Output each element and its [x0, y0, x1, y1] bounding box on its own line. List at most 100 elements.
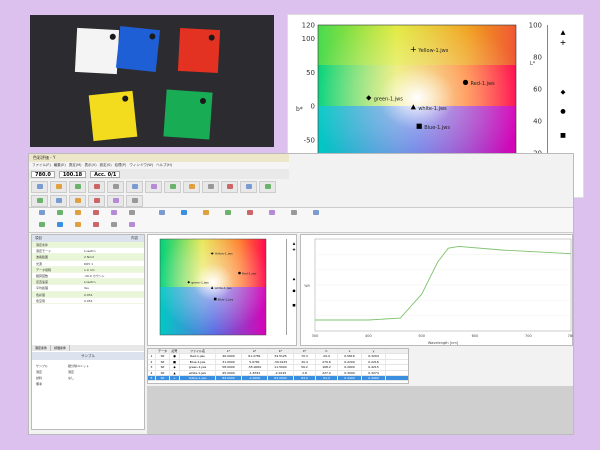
l-point-marker [560, 40, 566, 45]
table-cell: L* [216, 349, 242, 354]
ribbon-button[interactable] [219, 210, 237, 221]
toolbar-button[interactable] [50, 181, 67, 193]
ribbon-button[interactable] [51, 210, 69, 221]
spectrum-x-tick: 400 [365, 334, 372, 338]
sample-info: サンプル 積分球ユニット 測定 測定 試料 なし 備考 [36, 363, 140, 387]
table-cell: SP [156, 359, 170, 365]
table-row[interactable]: 5 SP + Yellow-1.jws 89.0000 -2.0000 84.0000 84.… [148, 375, 408, 382]
spectrum-x-tick: 600 [472, 334, 479, 338]
toolbar-button[interactable] [88, 181, 105, 193]
condition-key: データ間隔 [36, 267, 52, 272]
table-cell: 89.0000 [216, 375, 242, 381]
toolbar-button[interactable] [88, 195, 105, 207]
condition-value: 0.051 [84, 292, 93, 297]
toolbar-button[interactable] [31, 181, 48, 193]
conditions-tab[interactable]: 測定条件 [32, 345, 52, 351]
toolbar-button[interactable] [145, 181, 162, 193]
toolbar-button[interactable] [50, 195, 67, 207]
menu-item[interactable]: 編集(E) [54, 162, 66, 169]
condition-row[interactable]: 色空間 0.051 [32, 298, 144, 304]
spectrum-x-tick: 780 [568, 334, 574, 338]
big-y-tick: 0 [311, 103, 315, 111]
conditions-tabs: 測定条件 評価条件 [32, 345, 144, 351]
toolbar-button[interactable] [69, 181, 86, 193]
ribbon-button[interactable] [69, 210, 87, 221]
table-cell: 11.5000 [268, 365, 294, 370]
table-cell: 4 [148, 370, 156, 375]
menu-item[interactable]: ファイル(F) [32, 162, 51, 169]
ribbon-button[interactable] [33, 210, 51, 221]
toolbar-button[interactable] [69, 195, 86, 207]
toolbar-button[interactable] [240, 181, 257, 193]
green-chip [163, 89, 213, 140]
ribbon-button[interactable] [33, 222, 51, 233]
ribbon-button[interactable] [105, 222, 123, 233]
table-cell: white-1.jws [180, 370, 216, 375]
conditions-rows: 測定条件 測定モード Lnsefcn 波長範囲 2 Nmd 光源 D65 1 データ間隔 1.0… [32, 242, 144, 304]
condition-value: Lnsefcn [84, 280, 96, 285]
table-cell: -2.0125 [268, 370, 294, 375]
conditions-tab[interactable]: 評価条件 [51, 345, 71, 351]
table-cell: 58.0000 [216, 365, 242, 370]
toolbar-button[interactable] [164, 181, 181, 193]
l-point-marker [560, 109, 566, 114]
big-point-label: Red-1.jws [471, 81, 496, 87]
ribbon-button[interactable] [197, 210, 215, 221]
condition-key: 光源 [36, 261, 43, 266]
readout-value: 100.18 [58, 170, 87, 178]
ribbon-button[interactable] [307, 210, 325, 221]
ribbon-button[interactable] [69, 222, 87, 233]
ribbon-button[interactable] [241, 210, 259, 221]
table-cell: 70.3 [294, 354, 316, 359]
spectrum-y-label: %R [304, 284, 310, 288]
ribbon-button[interactable] [123, 222, 141, 233]
toolbar-button[interactable] [259, 181, 276, 193]
ribbon-button[interactable] [87, 222, 105, 233]
menu-item[interactable]: 表示(V) [84, 162, 96, 169]
ribbon-button[interactable] [105, 210, 123, 221]
small-point-label: Blue-1.jws [218, 297, 234, 301]
toolbar-button[interactable] [107, 195, 124, 207]
toolbar-button[interactable] [126, 195, 143, 207]
menu-item[interactable]: ウィンドウ(W) [129, 162, 153, 169]
ribbon-button[interactable] [285, 210, 303, 221]
ribbon-button[interactable] [51, 222, 69, 233]
menu-item[interactable]: 測定(M) [69, 162, 82, 169]
table-cell: ▲ [170, 370, 180, 375]
ribbon-button[interactable] [175, 210, 193, 221]
toolbar-button[interactable] [183, 181, 200, 193]
table-cell: Blue-1.jws [180, 359, 216, 365]
spectrum-x-tick: 300 [312, 334, 319, 338]
table-cell: 0.2200 [338, 359, 362, 365]
small-point-label: Yellow-1.jws [215, 252, 233, 256]
readout-wavelength: 780.0 [31, 170, 55, 178]
toolbar-row-2 [29, 194, 143, 208]
toolbar-button[interactable] [202, 181, 219, 193]
big-point-marker [416, 123, 422, 129]
toolbar-button[interactable] [107, 181, 124, 193]
spectrum-svg: 300 400 500 600 700 780 Wavelength [nm] %R [304, 238, 574, 345]
menu-item[interactable]: ヘルプ(H) [156, 162, 172, 169]
condition-key: 測定モード [36, 249, 52, 254]
ribbon-button[interactable] [123, 210, 141, 221]
condition-key: 測定条件 [36, 243, 49, 247]
toolbar-button[interactable] [221, 181, 238, 193]
big-y-label: b* [296, 106, 303, 113]
big-y-tick: -50 [304, 136, 315, 144]
toolbar-button[interactable] [126, 181, 143, 193]
table-cell: 0.3274 [362, 370, 386, 375]
condition-key: 平均処理 [36, 286, 49, 291]
toolbar-button[interactable] [31, 195, 48, 207]
table-cell: SP [156, 365, 170, 370]
table-cell: -1.8781 [242, 370, 268, 375]
conditions-header: 項目 内容 [32, 235, 144, 242]
table-cell: SP [156, 370, 170, 375]
menu-item[interactable]: 処理(P) [115, 162, 127, 169]
ribbon-button[interactable] [153, 210, 171, 221]
ribbon-button[interactable] [87, 210, 105, 221]
menu-bar: ファイル(F) 編集(E) 測定(M) 表示(V) 設定(S) 処理(P) ウィンドウ(W)… [29, 162, 289, 169]
menu-item[interactable]: 設定(S) [100, 162, 112, 169]
table-cell: -2.0000 [242, 375, 268, 381]
condition-key: 色空間 [36, 298, 46, 303]
ribbon-button[interactable] [263, 210, 281, 221]
